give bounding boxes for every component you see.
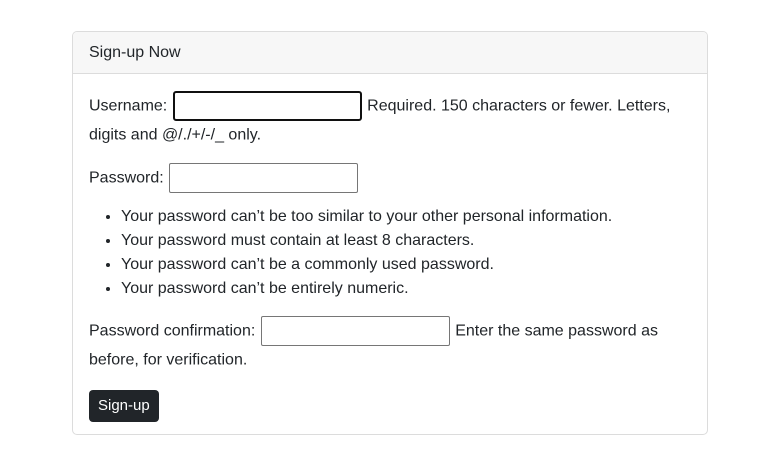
username-label: Username: — [89, 97, 168, 115]
card-body: Username: Required. 150 characters or fe… — [73, 74, 707, 422]
password-rules-list: Your password can’t be too similar to yo… — [89, 205, 691, 301]
password-rule-item: Your password can’t be entirely numeric. — [121, 277, 691, 301]
password-rule-item: Your password can’t be a commonly used p… — [121, 253, 691, 277]
card-header: Sign-up Now — [73, 32, 707, 74]
username-field-group: Username: Required. 150 characters or fe… — [89, 91, 691, 148]
password-input[interactable] — [169, 163, 359, 194]
password-field-group: Password: — [89, 163, 691, 194]
signup-form: Username: Required. 150 characters or fe… — [89, 91, 691, 422]
password-confirmation-label: Password confirmation: — [89, 322, 256, 340]
password-label: Password: — [89, 169, 164, 187]
card-title: Sign-up Now — [89, 43, 181, 61]
password-rule-item: Your password must contain at least 8 ch… — [121, 229, 691, 253]
username-input[interactable] — [172, 91, 362, 121]
password-confirmation-field-group: Password confirmation: Enter the same pa… — [89, 316, 691, 373]
signup-card: Sign-up Now Username: Required. 150 char… — [72, 31, 708, 435]
password-confirmation-input[interactable] — [260, 316, 450, 347]
password-rule-item: Your password can’t be too similar to yo… — [121, 205, 691, 229]
signup-button[interactable]: Sign-up — [89, 389, 159, 422]
